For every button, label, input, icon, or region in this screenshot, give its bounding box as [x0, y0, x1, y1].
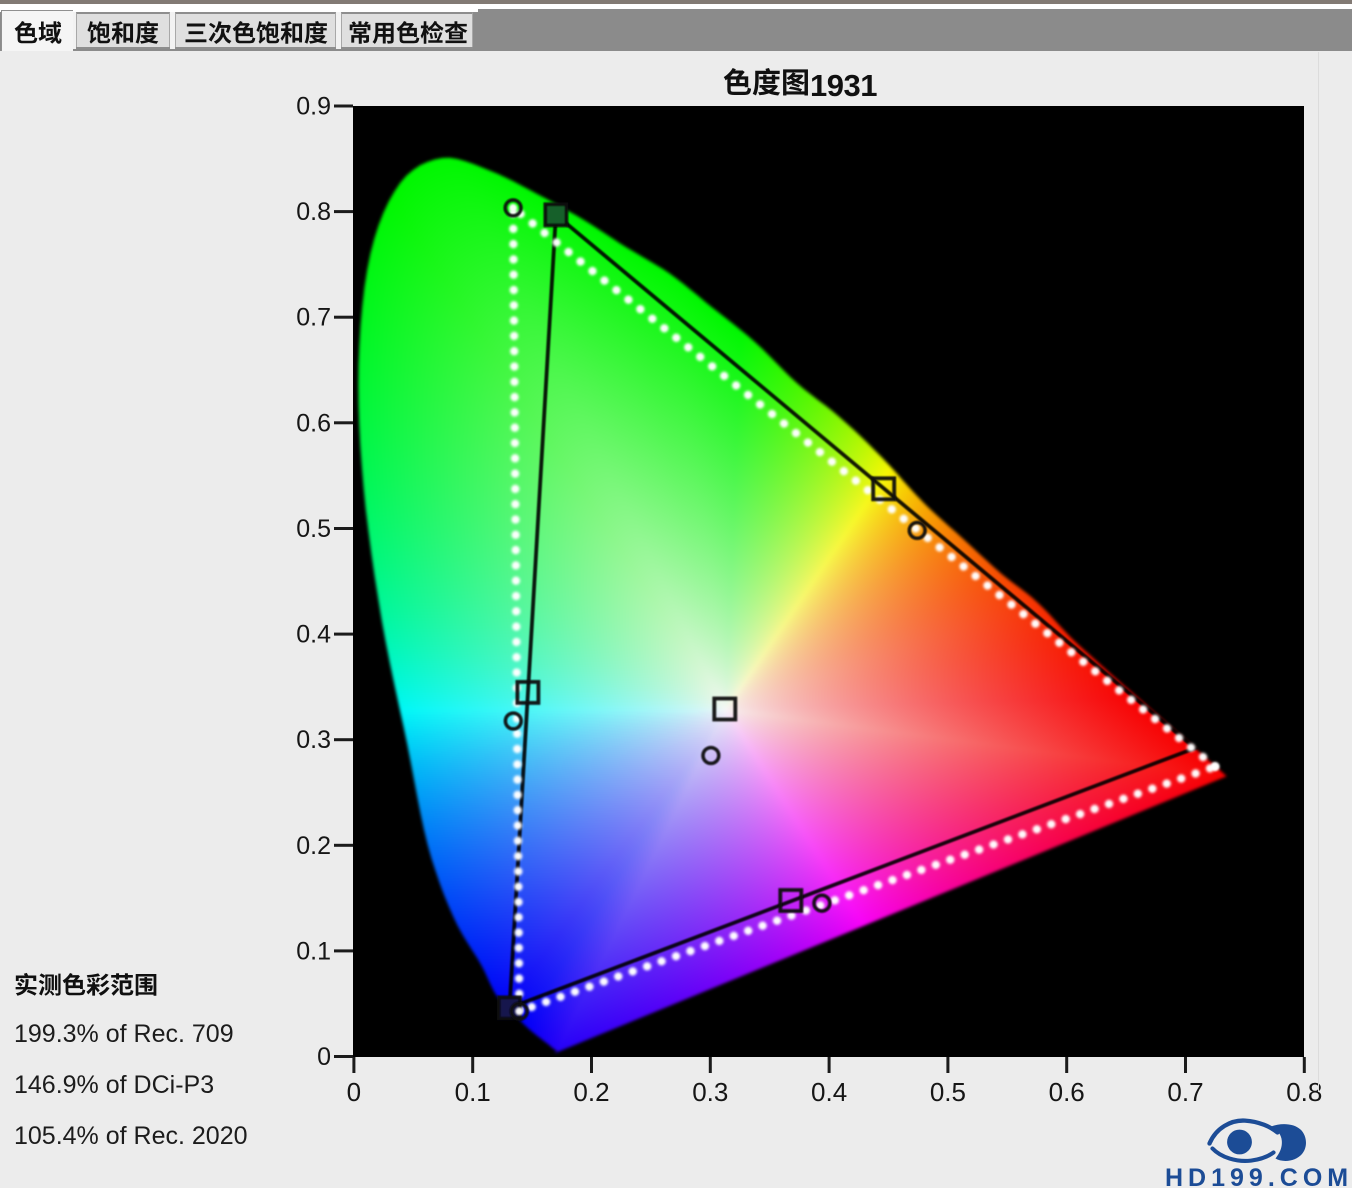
svg-text:HD199.COM: HD199.COM [1165, 1164, 1352, 1188]
